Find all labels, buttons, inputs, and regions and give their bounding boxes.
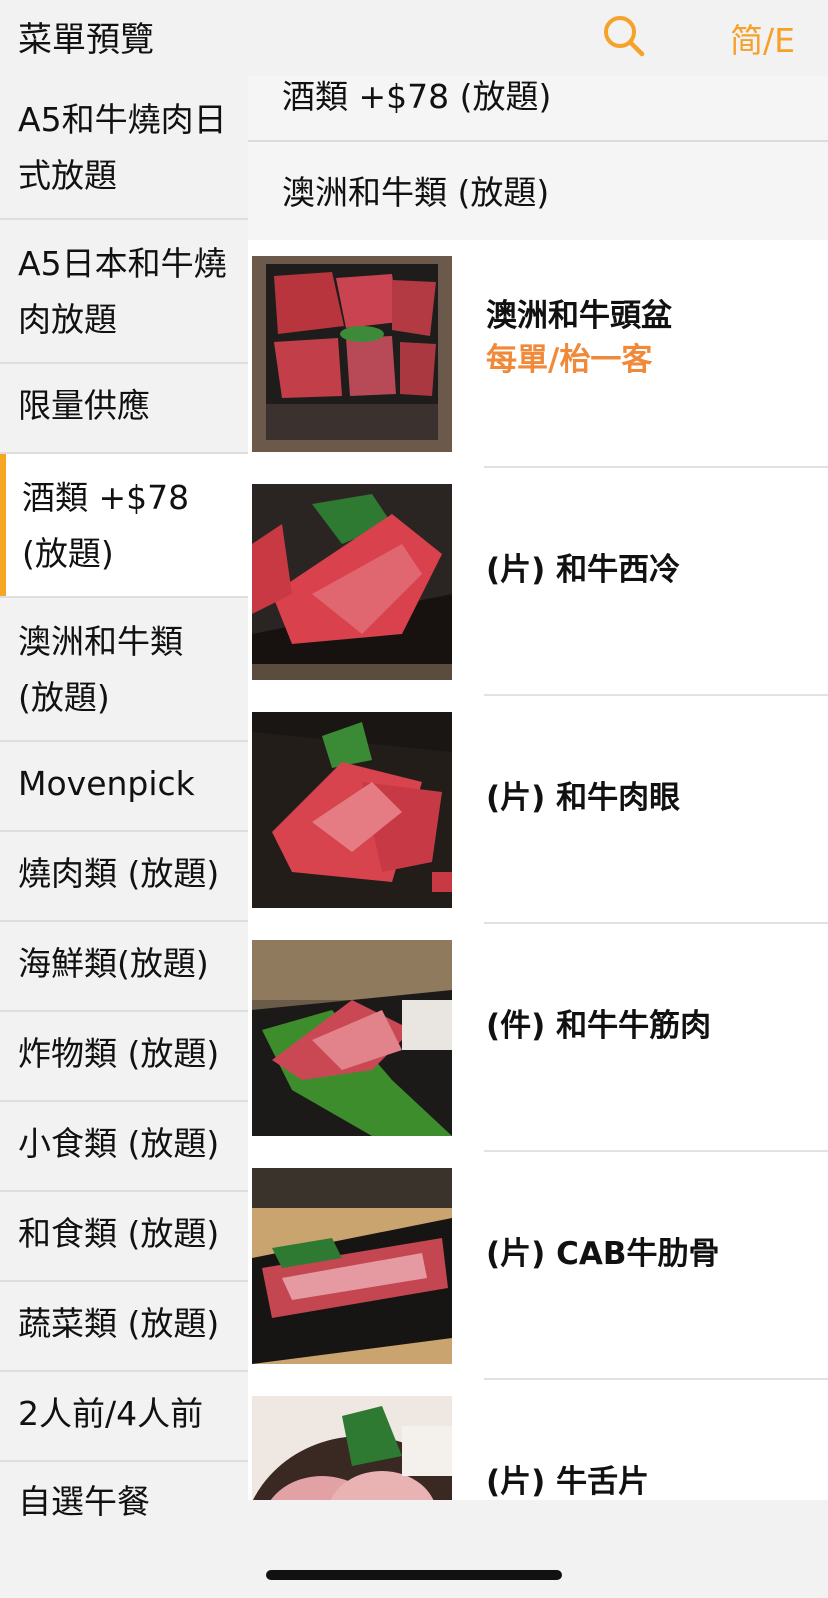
category-header-label: 澳洲和牛類 (放題)	[282, 173, 550, 212]
home-indicator	[266, 1570, 562, 1580]
sidebar-item-drinks[interactable]: 酒類 +$78 (放題)	[0, 454, 248, 598]
sidebar-item-label: Movenpick	[18, 764, 195, 803]
menu-item-image	[252, 1168, 452, 1364]
sidebar-item-label: 海鮮類(放題)	[18, 944, 209, 983]
sidebar-item-label: 蔬菜類 (放題)	[18, 1304, 220, 1343]
sidebar-item-bbq[interactable]: 燒肉類 (放題)	[0, 832, 248, 922]
sidebar-item-vegetables[interactable]: 蔬菜類 (放題)	[0, 1282, 248, 1372]
menu-item-note: 每單/枱一客	[486, 342, 653, 378]
language-toggle-button[interactable]: 简/E	[730, 14, 795, 62]
sidebar-item-a5-wagyu-japanese[interactable]: A5和牛燒肉日式放題	[0, 76, 248, 220]
menu-item-name: (件) 和牛牛筋肉	[486, 1008, 712, 1044]
sidebar-item-limited[interactable]: 限量供應	[0, 364, 248, 454]
menu-item-image	[252, 712, 452, 908]
active-indicator	[0, 454, 6, 596]
sidebar-item-a5-japan-wagyu[interactable]: A5日本和牛燒肉放題	[0, 220, 248, 364]
sidebar-item-japanese[interactable]: 和食類 (放題)	[0, 1192, 248, 1282]
sidebar-item-movenpick[interactable]: Movenpick	[0, 742, 248, 832]
category-header-label: 酒類 +$78 (放題)	[282, 77, 552, 116]
category-sidebar: A5和牛燒肉日式放題 A5日本和牛燒肉放題 限量供應 酒類 +$78 (放題) …	[0, 76, 248, 1536]
sidebar-item-aus-wagyu[interactable]: 澳洲和牛類 (放題)	[0, 598, 248, 742]
sidebar-item-label: 燒肉類 (放題)	[18, 854, 220, 893]
menu-item-name: (片) CAB牛肋骨	[486, 1236, 720, 1272]
sidebar-item-label: 限量供應	[18, 386, 150, 425]
menu-item-image	[252, 1396, 452, 1500]
menu-item-name: (片) 和牛肉眼	[486, 780, 681, 816]
sidebar-item-label: 小食類 (放題)	[18, 1124, 220, 1163]
sidebar-item-seafood[interactable]: 海鮮類(放題)	[0, 922, 248, 1012]
menu-item[interactable]: (片) 牛舌片	[248, 1380, 828, 1500]
category-header-drinks[interactable]: 酒類 +$78 (放題)	[248, 76, 828, 142]
sidebar-item-label: 澳洲和牛類 (放題)	[18, 622, 183, 717]
sidebar-item-label: 和食類 (放題)	[18, 1214, 220, 1253]
menu-item-name: 澳洲和牛頭盆	[486, 298, 672, 334]
menu-item[interactable]: (件) 和牛牛筋肉	[248, 924, 828, 1152]
menu-item-name: (片) 牛舌片	[486, 1464, 650, 1500]
menu-item-image	[252, 256, 452, 452]
category-header-aus-wagyu[interactable]: 澳洲和牛類 (放題)	[248, 142, 828, 240]
bottom-area	[248, 1500, 828, 1598]
menu-item-image	[252, 484, 452, 680]
search-icon[interactable]	[600, 12, 650, 62]
sidebar-item-label: 2人前/4人前	[18, 1394, 204, 1433]
sidebar-item-label: 炸物類 (放題)	[18, 1034, 220, 1073]
sidebar-item-lunch[interactable]: 自選午餐	[0, 1462, 248, 1536]
sidebar-item-snacks[interactable]: 小食類 (放題)	[0, 1102, 248, 1192]
sidebar-item-label: 酒類 +$78 (放題)	[22, 478, 190, 573]
sidebar-item-label: A5和牛燒肉日式放題	[18, 100, 227, 195]
sidebar-item-sets[interactable]: 2人前/4人前	[0, 1372, 248, 1462]
menu-item[interactable]: (片) 和牛西冷	[248, 468, 828, 696]
page-title: 菜單預覽	[18, 20, 154, 60]
menu-item[interactable]: (片) 和牛肉眼	[248, 696, 828, 924]
menu-item[interactable]: 澳洲和牛頭盆 每單/枱一客	[248, 240, 828, 468]
sidebar-item-label: 自選午餐	[18, 1482, 150, 1521]
menu-item-name: (片) 和牛西冷	[486, 552, 681, 588]
menu-item-image	[252, 940, 452, 1136]
menu-item[interactable]: (片) CAB牛肋骨	[248, 1152, 828, 1380]
top-bar: 菜單預覽 简/E	[0, 0, 828, 76]
sidebar-item-fried[interactable]: 炸物類 (放題)	[0, 1012, 248, 1102]
sidebar-item-label: A5日本和牛燒肉放題	[18, 244, 227, 339]
menu-list[interactable]: 酒類 +$78 (放題) 澳洲和牛類 (放題) 澳洲和牛頭盆 每單/枱一客 (片…	[248, 76, 828, 1500]
